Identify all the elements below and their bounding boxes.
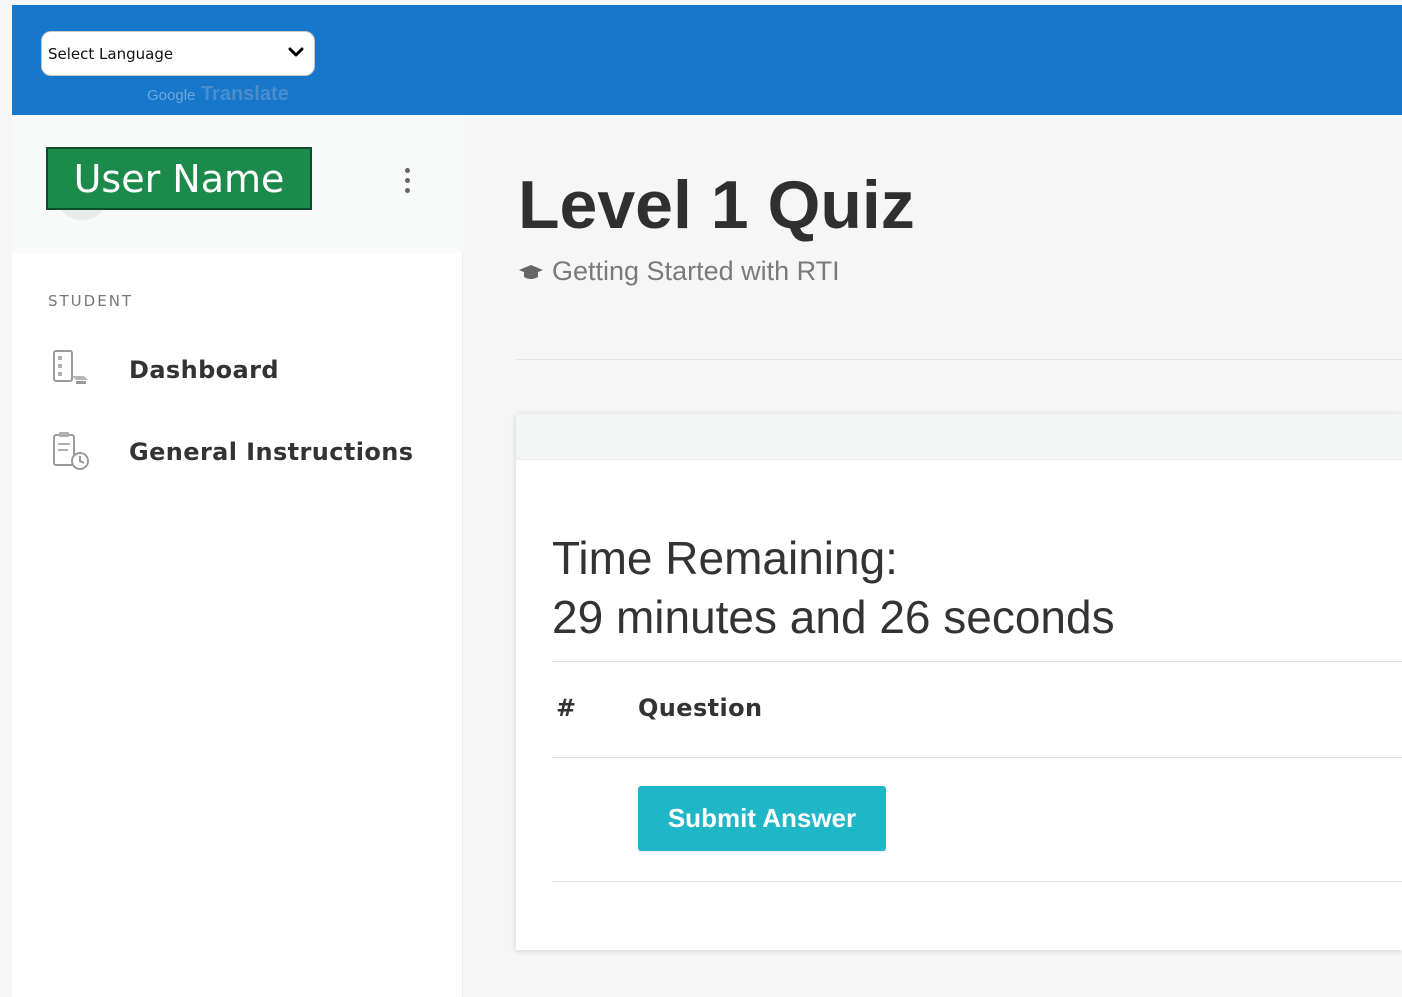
main-content: Level 1 Quiz Getting Started with RTI Ti… <box>464 116 1402 997</box>
translate-link: Translate <box>200 83 289 105</box>
divider <box>516 359 1402 360</box>
sidebar: User Name STUDENT Dashboard General Inst… <box>12 116 463 997</box>
time-remaining-value: 29 minutes and 26 seconds <box>552 591 1115 643</box>
time-remaining-heading: Time Remaining: <box>552 532 898 584</box>
more-options-icon[interactable] <box>397 160 417 200</box>
table-header-rule <box>552 757 1402 758</box>
google-logo: Google <box>147 87 196 104</box>
column-header-number: # <box>556 694 577 722</box>
instructions-icon <box>53 432 89 470</box>
dashboard-icon <box>53 350 88 384</box>
chevron-down-icon <box>288 47 304 57</box>
section-label-student: STUDENT <box>48 292 134 310</box>
top-bar: Select Language Google Translate <box>12 5 1402 115</box>
course-link[interactable]: Getting Started with RTI <box>518 256 840 287</box>
google-translate-credit[interactable]: Google Translate <box>147 83 289 106</box>
sidebar-item-general-instructions[interactable]: General Instructions <box>12 420 463 480</box>
user-name-label: User Name <box>46 147 312 210</box>
sidebar-item-label: General Instructions <box>129 438 414 466</box>
graduation-cap-icon <box>519 264 543 279</box>
table-top-rule <box>552 661 1402 662</box>
table-bottom-rule <box>552 881 1402 882</box>
course-name: Getting Started with RTI <box>552 256 840 286</box>
page: Select Language Google Translate User Na… <box>0 0 1402 997</box>
language-select-label: Select Language <box>48 44 174 63</box>
user-block: User Name <box>12 116 463 253</box>
time-remaining: Time Remaining: 29 minutes and 26 second… <box>552 529 1115 647</box>
submit-answer-button[interactable]: Submit Answer <box>638 786 886 851</box>
language-select[interactable]: Select Language <box>41 31 315 76</box>
sidebar-item-label: Dashboard <box>129 356 279 384</box>
page-title: Level 1 Quiz <box>518 167 915 243</box>
quiz-card: Time Remaining: 29 minutes and 26 second… <box>516 414 1402 950</box>
column-header-question: Question <box>638 694 763 722</box>
card-header <box>516 414 1402 460</box>
sidebar-item-dashboard[interactable]: Dashboard <box>12 338 463 398</box>
